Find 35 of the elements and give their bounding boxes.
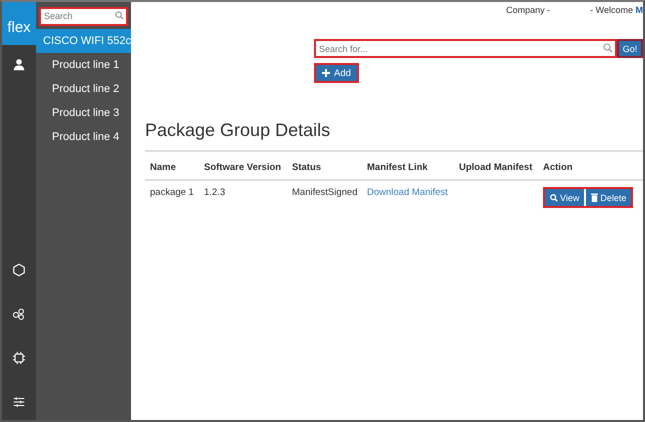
logo: flex [2, 2, 36, 45]
column-header: Upload Manifest [454, 151, 538, 180]
search-icon [115, 11, 124, 20]
column-header: Software Version [199, 151, 287, 180]
download-link[interactable]: Download Manifest [367, 187, 448, 198]
sidebar-item[interactable]: Product line 2 [36, 77, 131, 101]
go-button[interactable]: Go! [617, 39, 643, 58]
table-cell: package 1 [145, 180, 199, 214]
circles-icon [12, 307, 26, 321]
sidebar-item[interactable]: Product line 4 [36, 125, 131, 149]
welcome-text: - Welcome M [590, 5, 643, 15]
sidebar-item[interactable]: Product line 3 [36, 101, 131, 125]
chip-icon [12, 351, 26, 365]
column-header: Manifest Link [362, 151, 454, 180]
column-header: Status [287, 151, 362, 180]
hexagon-icon [12, 263, 26, 277]
view-button[interactable]: View [545, 189, 584, 206]
trash-icon [591, 193, 598, 202]
add-button[interactable]: Add [314, 63, 359, 83]
column-header: Name [145, 151, 199, 180]
person-icon [12, 58, 26, 72]
table-cell: 1.2.3 [199, 180, 287, 214]
search-field[interactable]: Search [39, 6, 128, 26]
page-title: Package Group Details [145, 120, 332, 141]
search-field[interactable]: Search for... [314, 39, 617, 58]
sliders-icon [12, 395, 26, 409]
company-label: Company - [506, 5, 550, 15]
search-icon [550, 194, 558, 202]
plus-icon [322, 69, 330, 77]
delete-button[interactable]: Delete [586, 189, 632, 206]
search-icon [603, 43, 613, 53]
column-header: Action [538, 151, 643, 180]
table-cell: ManifestSigned [287, 180, 362, 214]
sidebar-item[interactable]: CISCO WIFI 552c [36, 29, 131, 53]
sidebar-item[interactable]: Product line 1 [36, 53, 131, 77]
